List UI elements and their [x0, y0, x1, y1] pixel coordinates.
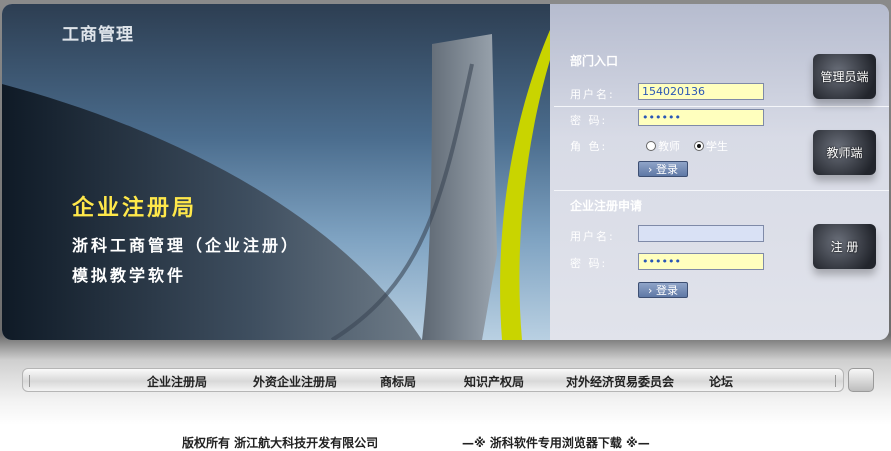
company-register-title: 企业注册申请: [570, 199, 643, 213]
nav-end-cap: [848, 368, 874, 392]
register-tile[interactable]: 注 册: [813, 224, 876, 269]
banner-subtitle-line1: 浙科工商管理（企业注册）: [72, 236, 301, 255]
password-input[interactable]: [638, 109, 764, 126]
role-teacher-label: 教师: [658, 140, 680, 153]
department-login-button[interactable]: › 登录: [638, 161, 688, 177]
department-login-button-label: 登录: [655, 163, 678, 176]
nav-grip: [835, 375, 836, 387]
role-teacher-option[interactable]: 教师: [646, 138, 680, 154]
banner-photo: 工商管理 企业注册局 浙科工商管理（企业注册） 模拟教学软件: [2, 4, 562, 340]
register-password-label: 密 码:: [570, 257, 608, 270]
login-panel: 部门入口 用户名: 密 码: 角 色: 教师 学生 › 登录 企业注册申请 用户…: [550, 4, 889, 340]
banner-title: 企业注册局: [72, 196, 198, 221]
browser-download-link[interactable]: —※ 浙科软件专用浏览器下载 ※—: [462, 434, 650, 451]
nav-link-ip-office[interactable]: 知识产权局: [464, 373, 524, 390]
role-teacher-radio[interactable]: [646, 141, 656, 151]
role-student-option[interactable]: 学生: [694, 138, 728, 154]
register-tile-label: 注 册: [830, 240, 859, 254]
role-label: 角 色:: [570, 140, 608, 153]
nav-bar: 企业注册局 外资企业注册局 商标局 知识产权局 对外经济贸易委员会 论坛: [22, 368, 844, 392]
register-password-input[interactable]: [638, 253, 764, 270]
divider: [554, 106, 889, 107]
arrow-icon: ›: [648, 163, 653, 176]
register-username-input[interactable]: [638, 225, 764, 242]
nav-grip: [29, 375, 30, 387]
role-student-radio[interactable]: [694, 141, 704, 151]
nav-link-forum[interactable]: 论坛: [709, 373, 733, 390]
brand-label: 工商管理: [62, 25, 134, 45]
admin-portal-label: 管理员端: [820, 70, 869, 84]
nav-link-foreign-trade-commission[interactable]: 对外经济贸易委员会: [566, 373, 674, 390]
banner-subtitle-line2: 模拟教学软件: [72, 266, 187, 285]
nav-link-foreign-company-registry[interactable]: 外资企业注册局: [253, 373, 337, 390]
banner: 工商管理 企业注册局 浙科工商管理（企业注册） 模拟教学软件 部门入口 用户名:…: [2, 4, 889, 340]
arrow-icon: ›: [648, 284, 653, 297]
nav-link-trademark-office[interactable]: 商标局: [380, 373, 416, 390]
teacher-portal-tile[interactable]: 教师端: [813, 130, 876, 175]
username-input[interactable]: [638, 83, 764, 100]
register-username-label: 用户名:: [570, 230, 615, 243]
department-login-title: 部门入口: [570, 54, 619, 68]
role-student-label: 学生: [706, 140, 728, 153]
register-login-button-label: 登录: [655, 284, 678, 297]
admin-portal-tile[interactable]: 管理员端: [813, 54, 876, 99]
divider: [554, 190, 889, 191]
password-label: 密 码:: [570, 114, 608, 127]
teacher-portal-label: 教师端: [826, 146, 863, 160]
nav-link-company-registry[interactable]: 企业注册局: [147, 373, 207, 390]
username-label: 用户名:: [570, 88, 615, 101]
ski-jump-illustration: [2, 4, 562, 340]
footer-copyright: 版权所有 浙江航大科技开发有限公司: [182, 436, 379, 450]
register-login-button[interactable]: › 登录: [638, 282, 688, 298]
